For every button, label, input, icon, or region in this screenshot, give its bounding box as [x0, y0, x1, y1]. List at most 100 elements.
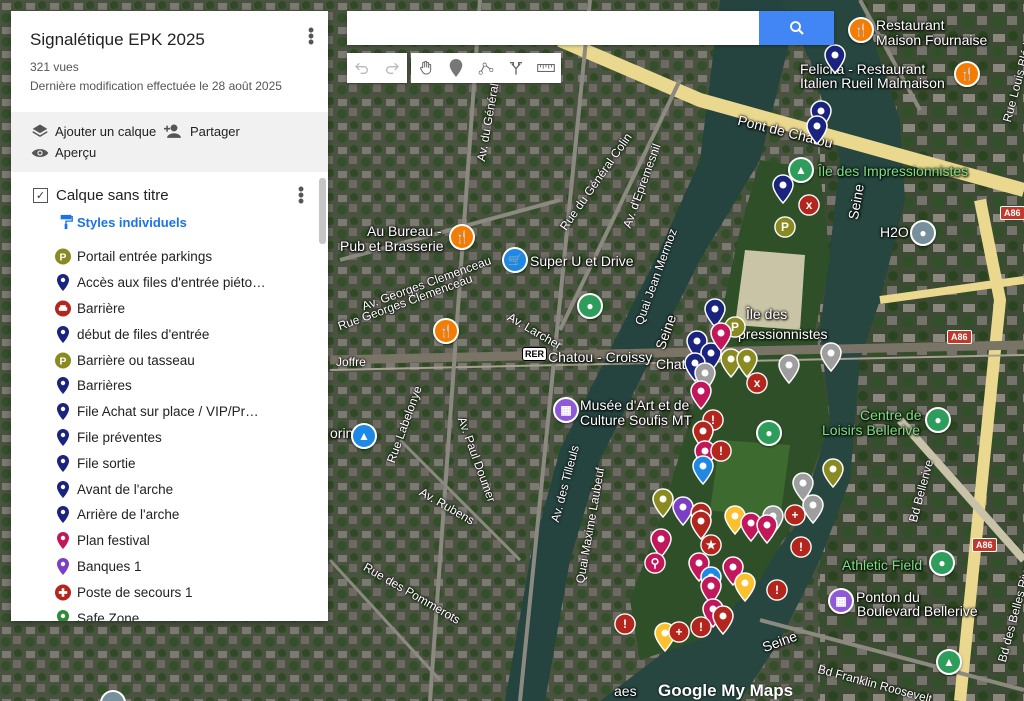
- map-marker-icon[interactable]: [778, 354, 800, 384]
- map-marker-icon[interactable]: [712, 605, 734, 635]
- map-marker-icon[interactable]: x: [746, 368, 770, 394]
- add-layer-button[interactable]: Ajouter un calque: [31, 123, 156, 139]
- layers-icon: [32, 124, 48, 137]
- directions-icon: [510, 62, 522, 75]
- panel-actions: Ajouter un calque Partager Aperçu: [11, 112, 328, 172]
- map-marker-icon[interactable]: ⚲: [644, 548, 668, 574]
- legend-item-label: File préventes: [77, 429, 162, 445]
- pin-icon: [55, 403, 71, 421]
- map-marker-icon[interactable]: [756, 514, 778, 544]
- map-title[interactable]: Signalétique EPK 2025: [30, 30, 205, 50]
- legend-item[interactable]: Safe Zone: [55, 605, 305, 621]
- map-marker-icon[interactable]: !: [614, 609, 638, 635]
- map-marker-icon[interactable]: x: [798, 190, 822, 216]
- styles-link[interactable]: Styles individuels: [59, 214, 187, 230]
- restaurant-icon[interactable]: 🍴: [449, 224, 475, 250]
- legend-item-label: Barrières: [77, 378, 132, 394]
- legend-item-label: Avant de l'arche: [77, 481, 174, 497]
- search-button[interactable]: [759, 11, 834, 45]
- map-marker-icon[interactable]: !: [690, 612, 714, 638]
- redo-button[interactable]: [377, 53, 407, 83]
- map-marker-icon[interactable]: ★: [700, 530, 724, 556]
- legend-item[interactable]: File sortie: [55, 450, 305, 476]
- park-icon[interactable]: ●: [577, 293, 603, 319]
- map-marker-icon[interactable]: [692, 455, 714, 485]
- svg-text:!: !: [799, 540, 803, 554]
- pin-icon: [55, 377, 71, 395]
- parking-p-icon: P: [55, 351, 71, 369]
- legend-item[interactable]: P Portail entrée parkings: [55, 244, 305, 270]
- map-label-maison-fournaise: Maison Fournaise: [876, 32, 988, 48]
- map-options-menu-icon[interactable]: • • •: [306, 21, 316, 51]
- restaurant-icon[interactable]: 🍴: [433, 318, 459, 344]
- legend-item[interactable]: Banques 1: [55, 554, 305, 580]
- legend-item-label: Accès aux files d'entrée piéto…: [77, 275, 266, 291]
- map-marker-icon[interactable]: [652, 488, 674, 518]
- legend-item[interactable]: Barrière: [55, 296, 305, 322]
- layer-options-menu-icon[interactable]: • • •: [296, 180, 306, 210]
- cross-icon: [55, 583, 71, 601]
- share-button[interactable]: Partager: [164, 123, 240, 139]
- park-icon[interactable]: ●: [925, 407, 951, 433]
- pin-icon: [55, 532, 71, 550]
- legend-item[interactable]: Plan festival: [55, 528, 305, 554]
- map-label-ile-impressionnistes: Île des Impressionnistes: [818, 163, 969, 179]
- map-marker-icon[interactable]: [822, 458, 844, 488]
- map-marker-icon[interactable]: [824, 44, 846, 74]
- legend-item-label: Safe Zone: [77, 610, 140, 621]
- map-side-panel: Signalétique EPK 2025 • • • 321 vues Derni…: [11, 11, 328, 621]
- map-marker-icon[interactable]: [734, 572, 756, 602]
- draw-line-button[interactable]: [471, 53, 501, 83]
- car-icon: [55, 299, 71, 317]
- legend-item[interactable]: File Achat sur place / VIP/Pr…: [55, 399, 305, 425]
- preview-button[interactable]: Aperçu: [31, 145, 96, 160]
- pin-icon: [55, 506, 71, 524]
- legend-item[interactable]: Poste de secours 1: [55, 579, 305, 605]
- directions-button[interactable]: [501, 53, 531, 83]
- photo-icon[interactable]: ▦: [828, 588, 854, 614]
- museum-icon[interactable]: ▦: [553, 397, 579, 423]
- map-marker-icon[interactable]: P: [774, 212, 798, 238]
- legend-item[interactable]: Accès aux files d'entrée piéto…: [55, 270, 305, 296]
- a86-shield: A86: [1000, 206, 1024, 220]
- restaurant-icon[interactable]: 🍴: [848, 17, 874, 43]
- search-input[interactable]: [357, 11, 761, 45]
- legend-item[interactable]: Barrières: [55, 373, 305, 399]
- layer-checkbox[interactable]: ✓: [33, 188, 48, 203]
- map-marker-icon[interactable]: [806, 115, 828, 145]
- pin-icon: [55, 325, 71, 343]
- restaurant-icon[interactable]: 🍴: [954, 61, 980, 87]
- measure-button[interactable]: [531, 53, 561, 83]
- legend-item[interactable]: File préventes: [55, 425, 305, 451]
- ticket-icon[interactable]: ▲: [351, 423, 377, 449]
- park-icon[interactable]: ●: [756, 420, 782, 446]
- map-marker-icon[interactable]: [820, 342, 842, 372]
- legend-item[interactable]: début de files d'entrée: [55, 321, 305, 347]
- legend-item-label: Banques 1: [77, 558, 142, 574]
- map-marker-icon[interactable]: +: [784, 500, 808, 526]
- eye-icon: [31, 148, 49, 157]
- legend-item[interactable]: Arrière de l'arche: [55, 502, 305, 528]
- legend-item[interactable]: Avant de l'arche: [55, 476, 305, 502]
- layer-section: ✓ Calque sans titre • • • Styles individue…: [11, 172, 328, 621]
- park-icon[interactable]: ●: [929, 550, 955, 576]
- map-marker-icon[interactable]: +: [668, 617, 692, 643]
- layer-name[interactable]: Calque sans titre: [56, 187, 169, 204]
- panel-scrollbar[interactable]: [319, 178, 326, 244]
- pan-hand-button[interactable]: [411, 53, 441, 83]
- rer-badge: RER: [522, 347, 548, 361]
- svg-text:★: ★: [706, 538, 717, 552]
- paint-roller-icon: [60, 214, 73, 230]
- legend-item[interactable]: P Barrière ou tasseau: [55, 347, 305, 373]
- map-label-orin: orin: [330, 425, 354, 441]
- tree-icon[interactable]: ▲: [936, 649, 962, 675]
- map-marker-icon[interactable]: [772, 174, 794, 204]
- map-label-chatou-croissy: Chatou - Croissy: [548, 349, 653, 365]
- map-marker-icon[interactable]: !: [766, 575, 790, 601]
- undo-button[interactable]: [347, 53, 377, 83]
- add-marker-button[interactable]: [441, 53, 471, 83]
- map-label-musee-2: Culture Soufis MT: [580, 412, 693, 428]
- shopping-cart-icon[interactable]: 🛒: [502, 247, 528, 273]
- map-marker-icon[interactable]: !: [790, 532, 814, 558]
- poi-icon[interactable]: ●: [910, 220, 936, 246]
